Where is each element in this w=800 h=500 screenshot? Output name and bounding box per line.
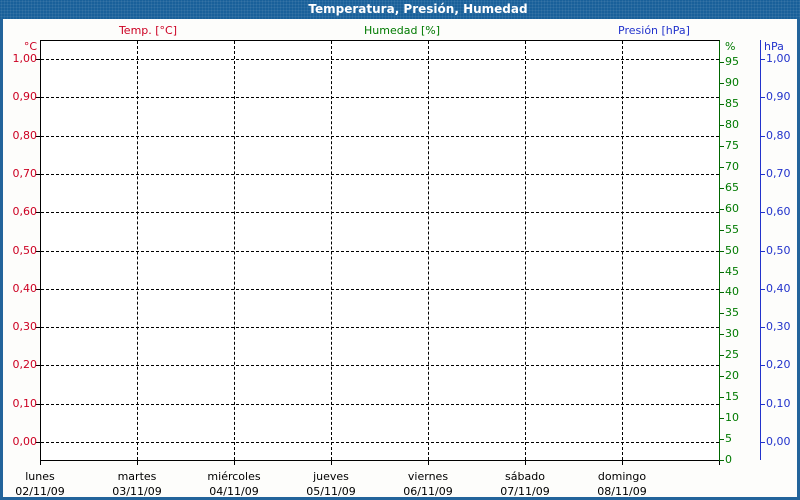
date-axis-tick: [622, 461, 623, 465]
pressure-axis-tick-label: 0,50: [766, 244, 791, 257]
day-name-label: jueves: [313, 470, 349, 483]
humidity-axis-tick-label: 15: [725, 390, 739, 403]
frame-border-left: [0, 19, 3, 500]
title-bar: Temperatura, Presión, Humedad: [0, 0, 800, 19]
axis-unit-percent: %: [725, 40, 736, 53]
date-axis-tick: [234, 461, 235, 465]
date-axis-tick: [428, 461, 429, 465]
temp-axis-tick-label: 0,20: [12, 358, 38, 371]
pressure-axis-line: [760, 40, 761, 460]
humidity-axis-tick-label: 70: [725, 160, 739, 173]
humidity-axis-tick-label: 20: [725, 369, 739, 382]
day-name-label: martes: [117, 470, 157, 483]
legend-temperature: Temp. [°C]: [118, 24, 178, 37]
humidity-axis-tick-label: 65: [725, 181, 739, 194]
humidity-axis-tick-label: 35: [725, 306, 739, 319]
humidity-axis-tick-label: 90: [725, 76, 739, 89]
temp-axis-tick-label: 0,10: [12, 397, 38, 410]
humidity-axis-tick-label: 80: [725, 118, 739, 131]
humidity-axis-tick-label: 40: [725, 285, 739, 298]
pressure-axis-tick-label: 0,60: [766, 205, 791, 218]
temp-axis-tick-label: 0,00: [12, 435, 38, 448]
temp-axis-tick-label: 0,70: [12, 167, 38, 180]
day-name-label: domingo: [597, 470, 647, 483]
humidity-axis-tick-label: 55: [725, 223, 739, 236]
date-axis-tick: [137, 461, 138, 465]
humidity-axis-tick-label: 0: [725, 453, 732, 466]
temp-axis-tick-label: 0,80: [12, 129, 38, 142]
temp-axis-tick-label: 0,30: [12, 320, 38, 333]
humidity-axis-tick-label: 10: [725, 411, 739, 424]
pressure-axis-tick-label: 0,10: [766, 397, 791, 410]
humidity-axis-tick-label: 60: [725, 202, 739, 215]
day-name-label: sábado: [505, 470, 545, 483]
pressure-axis-tick-label: 0,00: [766, 435, 791, 448]
pressure-axis-tick-label: 0,20: [766, 358, 791, 371]
humidity-axis-tick-label: 85: [725, 97, 739, 110]
temp-axis-tick-label: 0,50: [12, 244, 38, 257]
day-name-label: viernes: [407, 470, 449, 483]
axis-unit-hpa: hPa: [764, 40, 784, 53]
date-axis-tick: [525, 461, 526, 465]
temp-axis-tick-label: 0,60: [12, 205, 38, 218]
humidity-axis-tick-label: 95: [725, 55, 739, 68]
legend-humidity: Humedad [%]: [364, 24, 440, 37]
humidity-axis-tick-label: 75: [725, 139, 739, 152]
pressure-axis-tick-label: 0,40: [766, 282, 791, 295]
pressure-axis-tick-label: 0,70: [766, 167, 791, 180]
temp-axis-tick-label: 0,90: [12, 90, 38, 103]
date-axis-tick: [331, 461, 332, 465]
temp-axis-tick-label: 0,40: [12, 282, 38, 295]
humidity-axis-tick-label: 30: [725, 327, 739, 340]
temp-axis-tick-label: 1,00: [12, 52, 38, 65]
humidity-axis-tick-label: 45: [725, 265, 739, 278]
pressure-axis-tick-label: 0,80: [766, 129, 791, 142]
pressure-axis-tick-label: 1,00: [766, 52, 791, 65]
humidity-axis-tick-label: 50: [725, 244, 739, 257]
axis-unit-celsius: °C: [23, 40, 37, 53]
pressure-axis-tick-label: 0,90: [766, 90, 791, 103]
chart-window: Temperatura, Presión, Humedad Temp. [°C]…: [0, 0, 800, 500]
pressure-axis-tick-label: 0,30: [766, 320, 791, 333]
plot-area: [40, 40, 720, 461]
date-axis-tick: [40, 461, 41, 465]
humidity-axis-tick-label: 5: [725, 432, 732, 445]
window-title: Temperatura, Presión, Humedad: [308, 2, 528, 16]
date-axis-tick: [719, 461, 720, 465]
humidity-axis-tick-label: 25: [725, 348, 739, 361]
day-name-label: miércoles: [207, 470, 261, 483]
day-name-label: lunes: [25, 470, 55, 483]
legend-pressure: Presión [hPa]: [618, 24, 690, 37]
